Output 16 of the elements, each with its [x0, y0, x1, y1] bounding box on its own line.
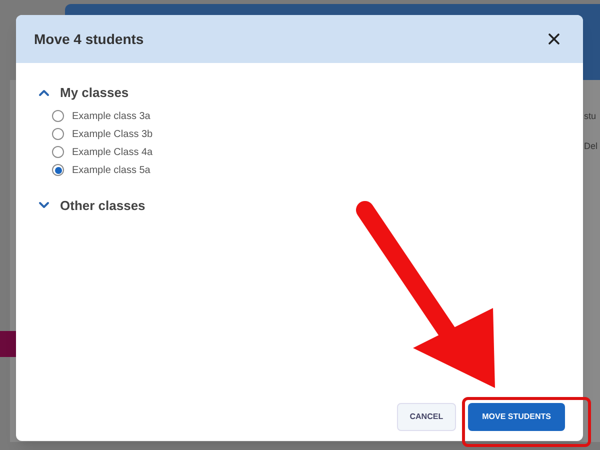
radio-label: Example Class 4a: [72, 146, 153, 160]
background-accent: [0, 331, 16, 357]
radio-label: Example class 5a: [72, 164, 150, 178]
dialog-title: Move 4 students: [34, 30, 144, 48]
cancel-button[interactable]: CANCEL: [396, 403, 456, 431]
radio-label: Example class 3a: [72, 110, 150, 124]
radio-button[interactable]: [52, 128, 64, 140]
radio-button[interactable]: [52, 110, 64, 122]
radio-label: Example Class 3b: [72, 128, 153, 142]
radio-button[interactable]: [52, 164, 64, 176]
group-toggle[interactable]: My classes: [36, 83, 583, 102]
group-toggle[interactable]: Other classes: [36, 196, 583, 215]
background-text: Del: [584, 140, 599, 152]
radio-button[interactable]: [52, 146, 64, 158]
background-text: stu: [584, 110, 598, 123]
move-button[interactable]: MOVE STUDENTS: [468, 403, 565, 431]
